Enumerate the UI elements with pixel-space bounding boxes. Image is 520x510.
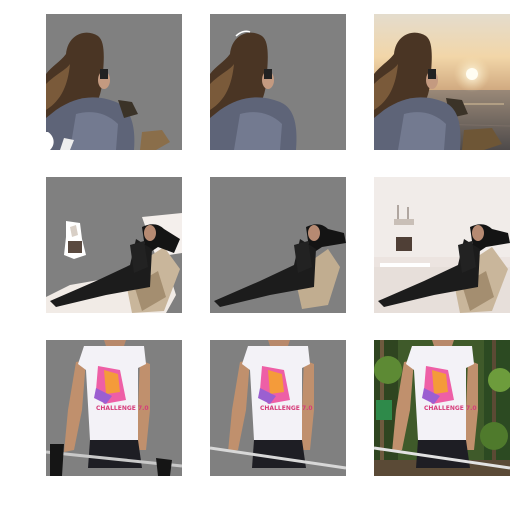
row3-original-photo-tile: CHALLENGE 7.0 xyxy=(374,340,510,476)
row2-original-photo-tile xyxy=(374,177,510,313)
row2-prediction-tile xyxy=(46,177,182,313)
segmentation-results-grid: CHALLENGE 7.0 CHALLENGE 7.0 CHALLENGE 7.… xyxy=(0,0,520,510)
row3-ground-truth-tile: CHALLENGE 7.0 xyxy=(210,340,346,476)
row3-ground-truth-print-text: CHALLENGE 7.0 xyxy=(260,405,313,412)
row2-ground-truth-tile xyxy=(210,177,346,313)
row1-ground-truth-tile xyxy=(210,14,346,150)
row3-prediction-print-text: CHALLENGE 7.0 xyxy=(96,405,149,412)
row3-prediction-tile: CHALLENGE 7.0 xyxy=(46,340,182,476)
row3-original-print-text: CHALLENGE 7.0 xyxy=(424,405,477,412)
row1-prediction-tile xyxy=(46,14,182,150)
row1-original-photo-tile xyxy=(374,14,510,150)
